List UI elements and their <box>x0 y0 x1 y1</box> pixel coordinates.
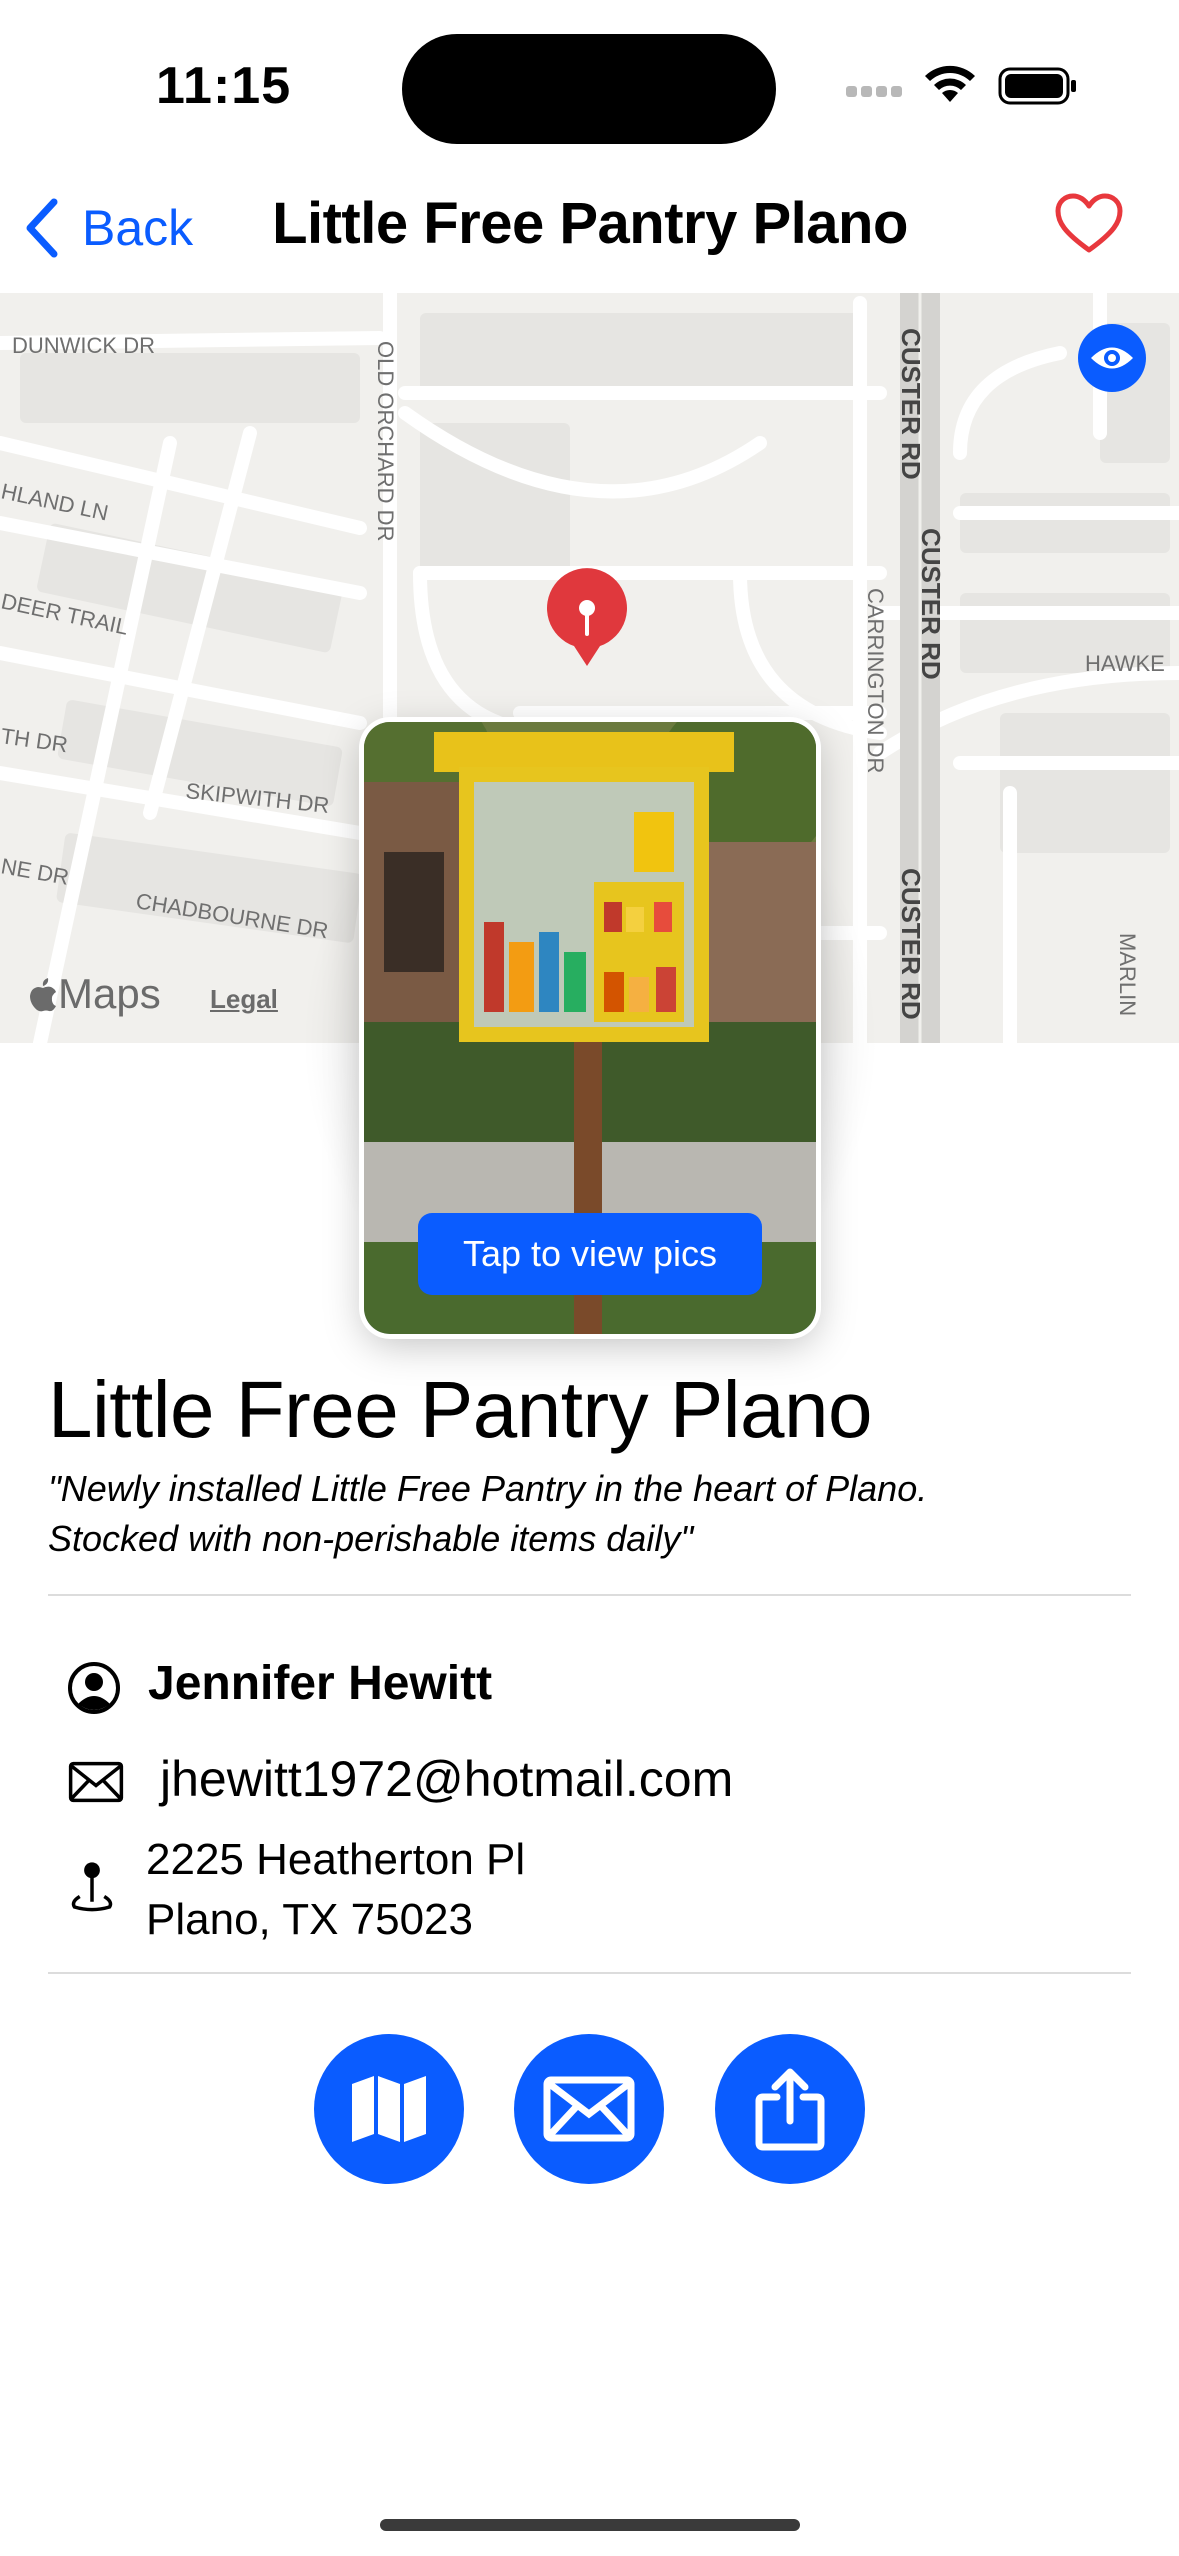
pantry-name: Little Free Pantry Plano <box>48 1365 872 1454</box>
eye-icon <box>1091 347 1133 369</box>
street-label: MARLIN <box>1115 933 1140 1016</box>
divider <box>48 1972 1131 1974</box>
open-in-maps-button[interactable] <box>314 2034 464 2184</box>
envelope-icon <box>68 1761 124 1803</box>
status-time: 11:15 <box>156 57 292 115</box>
person-circle-icon <box>68 1662 120 1714</box>
legal-link[interactable]: Legal <box>210 984 278 1015</box>
battery-icon <box>998 67 1076 105</box>
map-icon <box>352 2076 426 2142</box>
location-pin-icon <box>71 1862 113 1912</box>
pantry-description: "Newly installed Little Free Pantry in t… <box>48 1464 1128 1564</box>
street-label: OLD ORCHARD DR <box>373 341 398 541</box>
address-line-2: Plano, TX 75023 <box>146 1895 473 1944</box>
nav-title: Little Free Pantry Plano <box>272 191 908 256</box>
street-label: HAWKE <box>1085 651 1165 676</box>
street-label: CUSTER RD <box>896 328 926 480</box>
dynamic-island <box>402 34 776 144</box>
wifi-icon <box>925 65 975 102</box>
map-view-toggle-button[interactable] <box>1078 324 1146 392</box>
street-label: CUSTER RD <box>896 868 926 1020</box>
street-label: DUNWICK DR <box>12 333 155 358</box>
back-button[interactable]: Back <box>24 196 193 260</box>
owner-name: Jennifer Hewitt <box>148 1657 493 1710</box>
view-pics-button[interactable]: Tap to view pics <box>418 1213 762 1295</box>
send-email-button[interactable] <box>514 2034 664 2184</box>
description-line: "Newly installed Little Free Pantry in t… <box>48 1468 928 1509</box>
apple-logo-icon <box>30 978 56 1012</box>
envelope-icon <box>543 2076 635 2142</box>
divider <box>48 1594 1131 1596</box>
chevron-left-icon <box>26 198 58 258</box>
address-line-1: 2225 Heatherton Pl <box>146 1835 526 1884</box>
apple-maps-attribution: Maps <box>28 970 161 1018</box>
description-line: Stocked with non-perishable items daily" <box>48 1518 694 1559</box>
street-label: CUSTER RD <box>916 528 946 680</box>
street-label: CARRINGTON DR <box>863 588 888 773</box>
back-label: Back <box>82 200 194 256</box>
maps-label: Maps <box>58 970 161 1017</box>
pantry-address[interactable]: 2225 Heatherton Pl Plano, TX 75023 <box>146 1830 525 1950</box>
cellular-signal-icon <box>846 86 904 102</box>
favorite-heart-icon[interactable] <box>1054 192 1124 256</box>
share-icon <box>755 2068 825 2151</box>
share-button[interactable] <box>715 2034 865 2184</box>
map-pin-icon[interactable] <box>540 566 634 670</box>
home-indicator[interactable] <box>380 2519 800 2531</box>
owner-email[interactable]: jhewitt1972@hotmail.com <box>160 1750 733 1808</box>
